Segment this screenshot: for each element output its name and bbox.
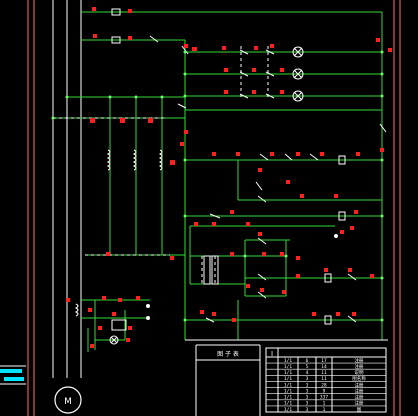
table-cell: 9 — [323, 388, 326, 394]
table-cell: 3 — [306, 376, 309, 382]
table-cell: 5 — [306, 364, 309, 370]
table-cell: 337 — [320, 395, 328, 401]
table-cell: 3 — [306, 395, 309, 401]
table-cell: 1/1 — [284, 382, 292, 388]
table-cell: 1/1 — [284, 364, 292, 370]
table-cell: 1/1 — [284, 376, 292, 382]
thermal-relays — [74, 149, 163, 317]
parts-table: 1/1 6 17 注册 1/1 5 14 注册 1/1 4 11 说明 1/1 3 11 图名称 1/1 3 28 注… — [266, 357, 386, 413]
motor-label: M — [64, 397, 72, 407]
table-cell: 3 — [306, 401, 309, 407]
table-cell: 注册 — [355, 400, 364, 407]
table-cell: 3 — [306, 388, 309, 394]
table-cell: 4 — [306, 370, 309, 376]
table-cell: 图名称 — [352, 375, 366, 382]
table-cell: 图 — [357, 407, 362, 413]
table-cell: 14 — [321, 364, 327, 370]
table-cell: 注册 — [355, 357, 364, 364]
table-cell: 注册 — [355, 394, 364, 401]
table-cell: 1/1 — [284, 388, 292, 394]
table-cell: 11 — [321, 376, 327, 382]
table-cell: 1/1 — [284, 395, 292, 401]
table-cell: 1/1 — [284, 401, 292, 407]
drawing-frame — [27, 0, 401, 416]
left-edge-markers — [0, 369, 24, 381]
table-cell: 3 — [306, 382, 309, 388]
table-cell: 1/1 — [284, 358, 292, 364]
cad-canvas: M 图 子 表 1/1 6 17 注册 1/1 5 14 注册 1/1 4 11… — [0, 0, 418, 416]
left-edge-lines — [0, 365, 26, 385]
schematic-drawing: M 图 子 表 1/1 6 17 注册1/1 5 14 注册1/1 4 11 说… — [0, 0, 401, 416]
table-cell: 17 — [321, 358, 327, 364]
power-buses — [52, 0, 82, 378]
table-cell: 注册 — [355, 387, 364, 394]
table-cell: 1/1 — [284, 370, 292, 376]
relay-coils — [111, 155, 346, 331]
table-header: I — [271, 350, 273, 358]
legend-title: 图 子 表 — [217, 350, 239, 358]
table-cell: 28 — [321, 382, 327, 388]
table-cell: 3 — [306, 407, 309, 413]
control-wiring — [53, 11, 383, 352]
fuses — [111, 8, 121, 44]
table-cell: 1/1 — [284, 407, 292, 413]
table-cell: 1 — [323, 407, 326, 413]
component-tags — [66, 7, 392, 348]
table-cell: 注册 — [355, 363, 364, 370]
table-cell: 注册 — [355, 381, 364, 388]
table-cell: 1 — [323, 401, 326, 407]
table-cell: 说明 — [355, 369, 364, 376]
table-cell: 11 — [321, 370, 327, 376]
motor-symbol: M — [54, 386, 82, 414]
table-cell: 6 — [306, 358, 309, 364]
